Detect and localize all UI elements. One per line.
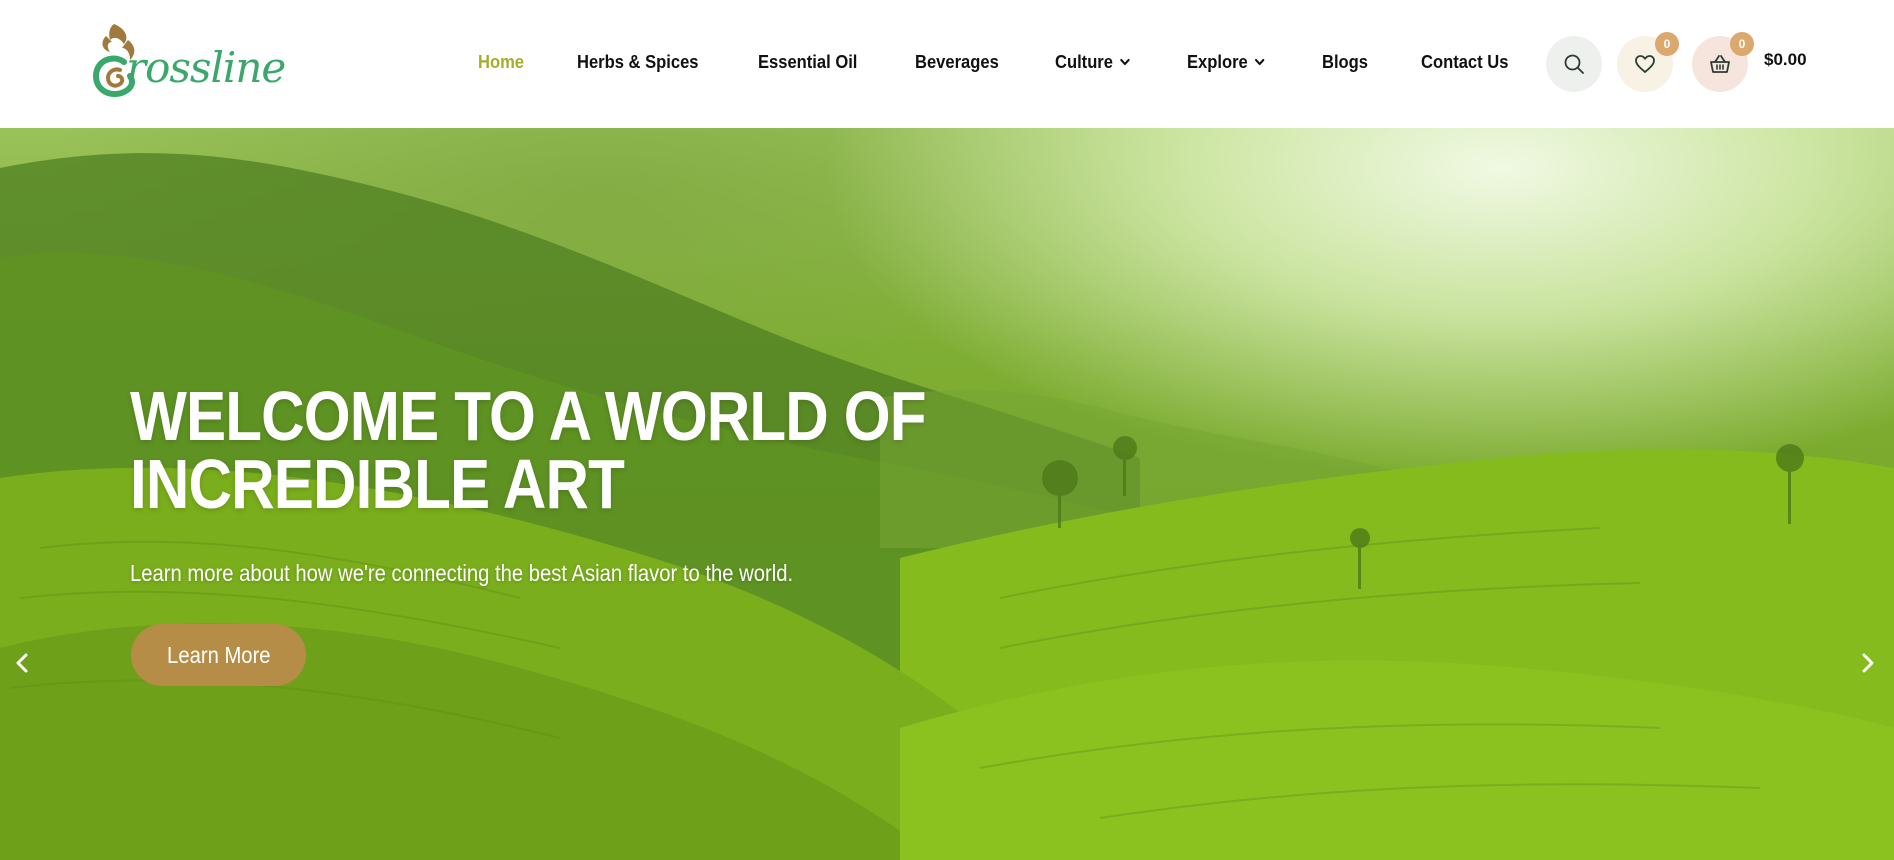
nav-item-beverages[interactable]: Beverages: [915, 52, 999, 73]
slider-next-button[interactable]: [1852, 648, 1882, 678]
cart-total[interactable]: $0.00: [1764, 50, 1807, 70]
learn-more-button[interactable]: Learn More: [131, 624, 306, 686]
nav-item-essential-oil[interactable]: Essential Oil: [758, 52, 857, 73]
chevron-left-icon: [16, 653, 28, 673]
cart-button[interactable]: 0: [1692, 32, 1754, 92]
search-icon: [1564, 54, 1584, 74]
slider-prev-button[interactable]: [8, 648, 38, 678]
search-button[interactable]: [1546, 36, 1602, 92]
site-logo[interactable]: rossline: [84, 18, 286, 102]
hero-content: WELCOME TO A WORLD OF INCREDIBLE ART Lea…: [130, 377, 1170, 587]
cart-count-badge: 0: [1730, 32, 1754, 56]
nav-item-label: Contact Us: [1421, 51, 1509, 72]
hero-title: WELCOME TO A WORLD OF INCREDIBLE ART: [130, 377, 927, 523]
chevron-down-icon: [1253, 55, 1266, 69]
site-header: rossline Home Herbs & Spices Essential O…: [0, 0, 1894, 128]
nav-item-label: Beverages: [915, 51, 999, 72]
nav-item-herbs-spices[interactable]: Herbs & Spices: [577, 52, 698, 73]
wishlist-button[interactable]: 0: [1617, 32, 1679, 92]
chevron-right-icon: [1862, 653, 1874, 673]
wishlist-count-badge: 0: [1655, 32, 1679, 56]
hero-subtitle: Learn more about how we're connecting th…: [130, 560, 794, 586]
basket-icon: [1710, 55, 1730, 73]
nav-item-label: Explore: [1187, 51, 1248, 72]
nav-item-label: Herbs & Spices: [577, 51, 699, 72]
nav-item-explore[interactable]: Explore: [1187, 52, 1266, 73]
nav-item-contact-us[interactable]: Contact Us: [1421, 52, 1508, 73]
nav-item-culture[interactable]: Culture: [1055, 52, 1131, 73]
nav-item-label: Essential Oil: [758, 51, 858, 72]
nav-item-label: Home: [478, 51, 525, 72]
main-nav: Home Herbs & Spices Essential Oil Bevera…: [478, 44, 1565, 80]
nav-item-blogs[interactable]: Blogs: [1322, 52, 1368, 73]
nav-item-label: Blogs: [1322, 51, 1369, 72]
nav-item-label: Culture: [1055, 51, 1114, 72]
learn-more-label: Learn More: [166, 641, 271, 668]
chevron-down-icon: [1119, 55, 1132, 69]
nav-item-home[interactable]: Home: [478, 52, 524, 73]
heart-icon: [1635, 55, 1655, 73]
logo-text: rossline: [126, 43, 286, 92]
